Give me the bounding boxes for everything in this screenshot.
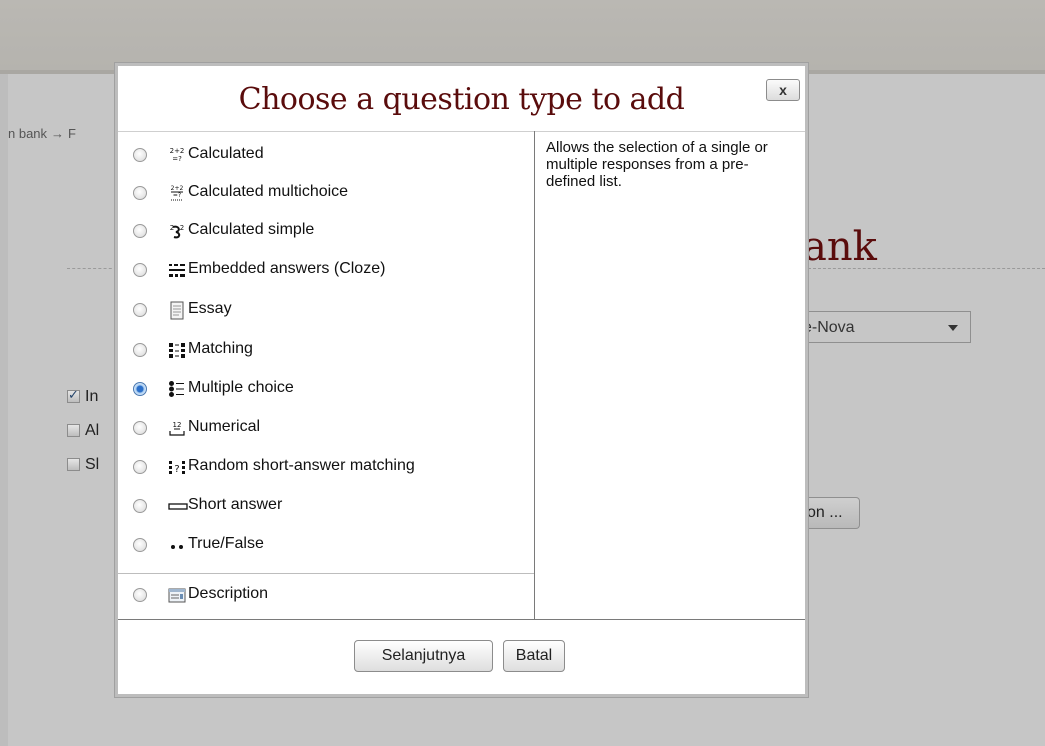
radio-random-matching[interactable] (133, 460, 147, 474)
calculated-icon: 2+2 =? (168, 146, 186, 164)
next-button[interactable]: Selanjutnya (354, 640, 493, 672)
question-type-list: 2+2 =? Calculated 2+2 =? Calculated multic… (118, 131, 535, 619)
radio-calculated-multichoice[interactable] (133, 186, 147, 200)
option-embedded-answers-cloze[interactable]: Embedded answers (Cloze) (118, 251, 534, 291)
choose-question-type-dialog: Choose a question type to add x 2+2 =? Ca… (115, 63, 808, 697)
radio-numerical[interactable] (133, 421, 147, 435)
option-true-false[interactable]: True/False (118, 526, 534, 566)
option-calculated-multichoice[interactable]: 2+2 =? Calculated multichoice (118, 174, 534, 214)
show-question-text-checkbox[interactable] (67, 458, 80, 471)
radio-description[interactable] (133, 588, 147, 602)
include-subcategories-label: In (85, 388, 99, 405)
option-label: Calculated multichoice (188, 183, 349, 200)
breadcrumb-item-questions[interactable]: F (68, 126, 76, 141)
radio-matching[interactable] (133, 343, 147, 357)
option-calculated-simple[interactable]: 22 Calculated simple (118, 212, 534, 252)
option-calculated[interactable]: 2+2 =? Calculated (118, 136, 534, 176)
svg-text:12: 12 (173, 421, 182, 429)
option-random-short-answer-matching[interactable]: ? Random short-answer matching (118, 448, 534, 488)
breadcrumb-item-question-bank[interactable]: n bank (8, 126, 47, 141)
option-label: Numerical (188, 418, 261, 435)
svg-text:?: ? (174, 464, 179, 475)
multiple-choice-icon (168, 380, 186, 398)
category-select-value: e-Nova (803, 319, 855, 336)
option-label: Calculated (188, 145, 264, 162)
close-icon: x (779, 82, 787, 98)
cancel-button[interactable]: Batal (503, 640, 565, 672)
option-label: Essay (188, 300, 232, 317)
radio-short-answer[interactable] (133, 499, 147, 513)
other-types-divider (118, 573, 534, 574)
radio-cloze[interactable] (133, 263, 147, 277)
calculated-multichoice-icon: 2+2 =? (168, 184, 186, 202)
svg-text:2: 2 (180, 224, 184, 232)
close-button[interactable]: x (766, 79, 800, 101)
option-label: Description (188, 585, 269, 602)
cloze-icon (168, 261, 186, 279)
option-description[interactable]: Description (118, 576, 534, 616)
show-old-questions-checkbox[interactable] (67, 424, 80, 437)
option-essay[interactable]: Essay (118, 291, 534, 331)
dialog-footer-divider (118, 619, 805, 620)
true-false-icon (168, 536, 186, 554)
svg-text:=?: =? (172, 155, 182, 163)
radio-calculated-simple[interactable] (133, 224, 147, 238)
numerical-icon: 12 (168, 419, 186, 437)
category-select[interactable]: e-Nova (803, 311, 971, 343)
option-numerical[interactable]: 12 Numerical (118, 409, 534, 449)
chevron-down-icon (948, 325, 958, 331)
essay-icon (168, 301, 186, 320)
radio-essay[interactable] (133, 303, 147, 317)
include-subcategories-checkbox[interactable] (67, 387, 80, 403)
option-label: Embedded answers (Cloze) (188, 260, 386, 277)
create-new-question-button[interactable]: on ... (803, 497, 860, 529)
option-short-answer[interactable]: Short answer (118, 487, 534, 527)
dialog-header: Choose a question type to add x (118, 66, 805, 132)
option-label: True/False (188, 535, 264, 552)
svg-text:2: 2 (170, 224, 174, 232)
site-header-bar (0, 0, 1045, 70)
matching-icon (168, 341, 186, 359)
radio-multiple-choice[interactable] (133, 382, 147, 396)
option-matching[interactable]: Matching (118, 331, 534, 371)
calculated-simple-icon: 22 (168, 222, 186, 240)
radio-calculated[interactable] (133, 148, 147, 162)
option-label: Calculated simple (188, 221, 315, 238)
option-label: Random short-answer matching (188, 457, 415, 474)
create-new-question-label: on ... (807, 504, 843, 521)
option-label: Matching (188, 340, 253, 357)
dialog-title: Choose a question type to add (238, 82, 685, 117)
option-label: Short answer (188, 496, 283, 513)
heading-rule-left (67, 268, 117, 269)
option-label: Multiple choice (188, 379, 294, 396)
show-old-questions-label: Al (85, 422, 100, 439)
question-type-description: Allows the selection of a single or mult… (546, 139, 768, 190)
svg-text:=?: =? (173, 192, 181, 199)
page-title: ank (803, 224, 877, 270)
description-icon (168, 586, 186, 604)
svg-text:2+2: 2+2 (171, 185, 184, 192)
breadcrumb-separator: → (51, 126, 65, 141)
svg-text:2+2: 2+2 (170, 147, 185, 155)
radio-true-false[interactable] (133, 538, 147, 552)
breadcrumb: n bank → F (8, 126, 76, 141)
random-matching-icon: ? (168, 458, 186, 476)
option-multiple-choice[interactable]: Multiple choice (118, 370, 534, 410)
show-question-text-label: Sl (85, 456, 100, 473)
short-answer-icon (168, 497, 188, 515)
